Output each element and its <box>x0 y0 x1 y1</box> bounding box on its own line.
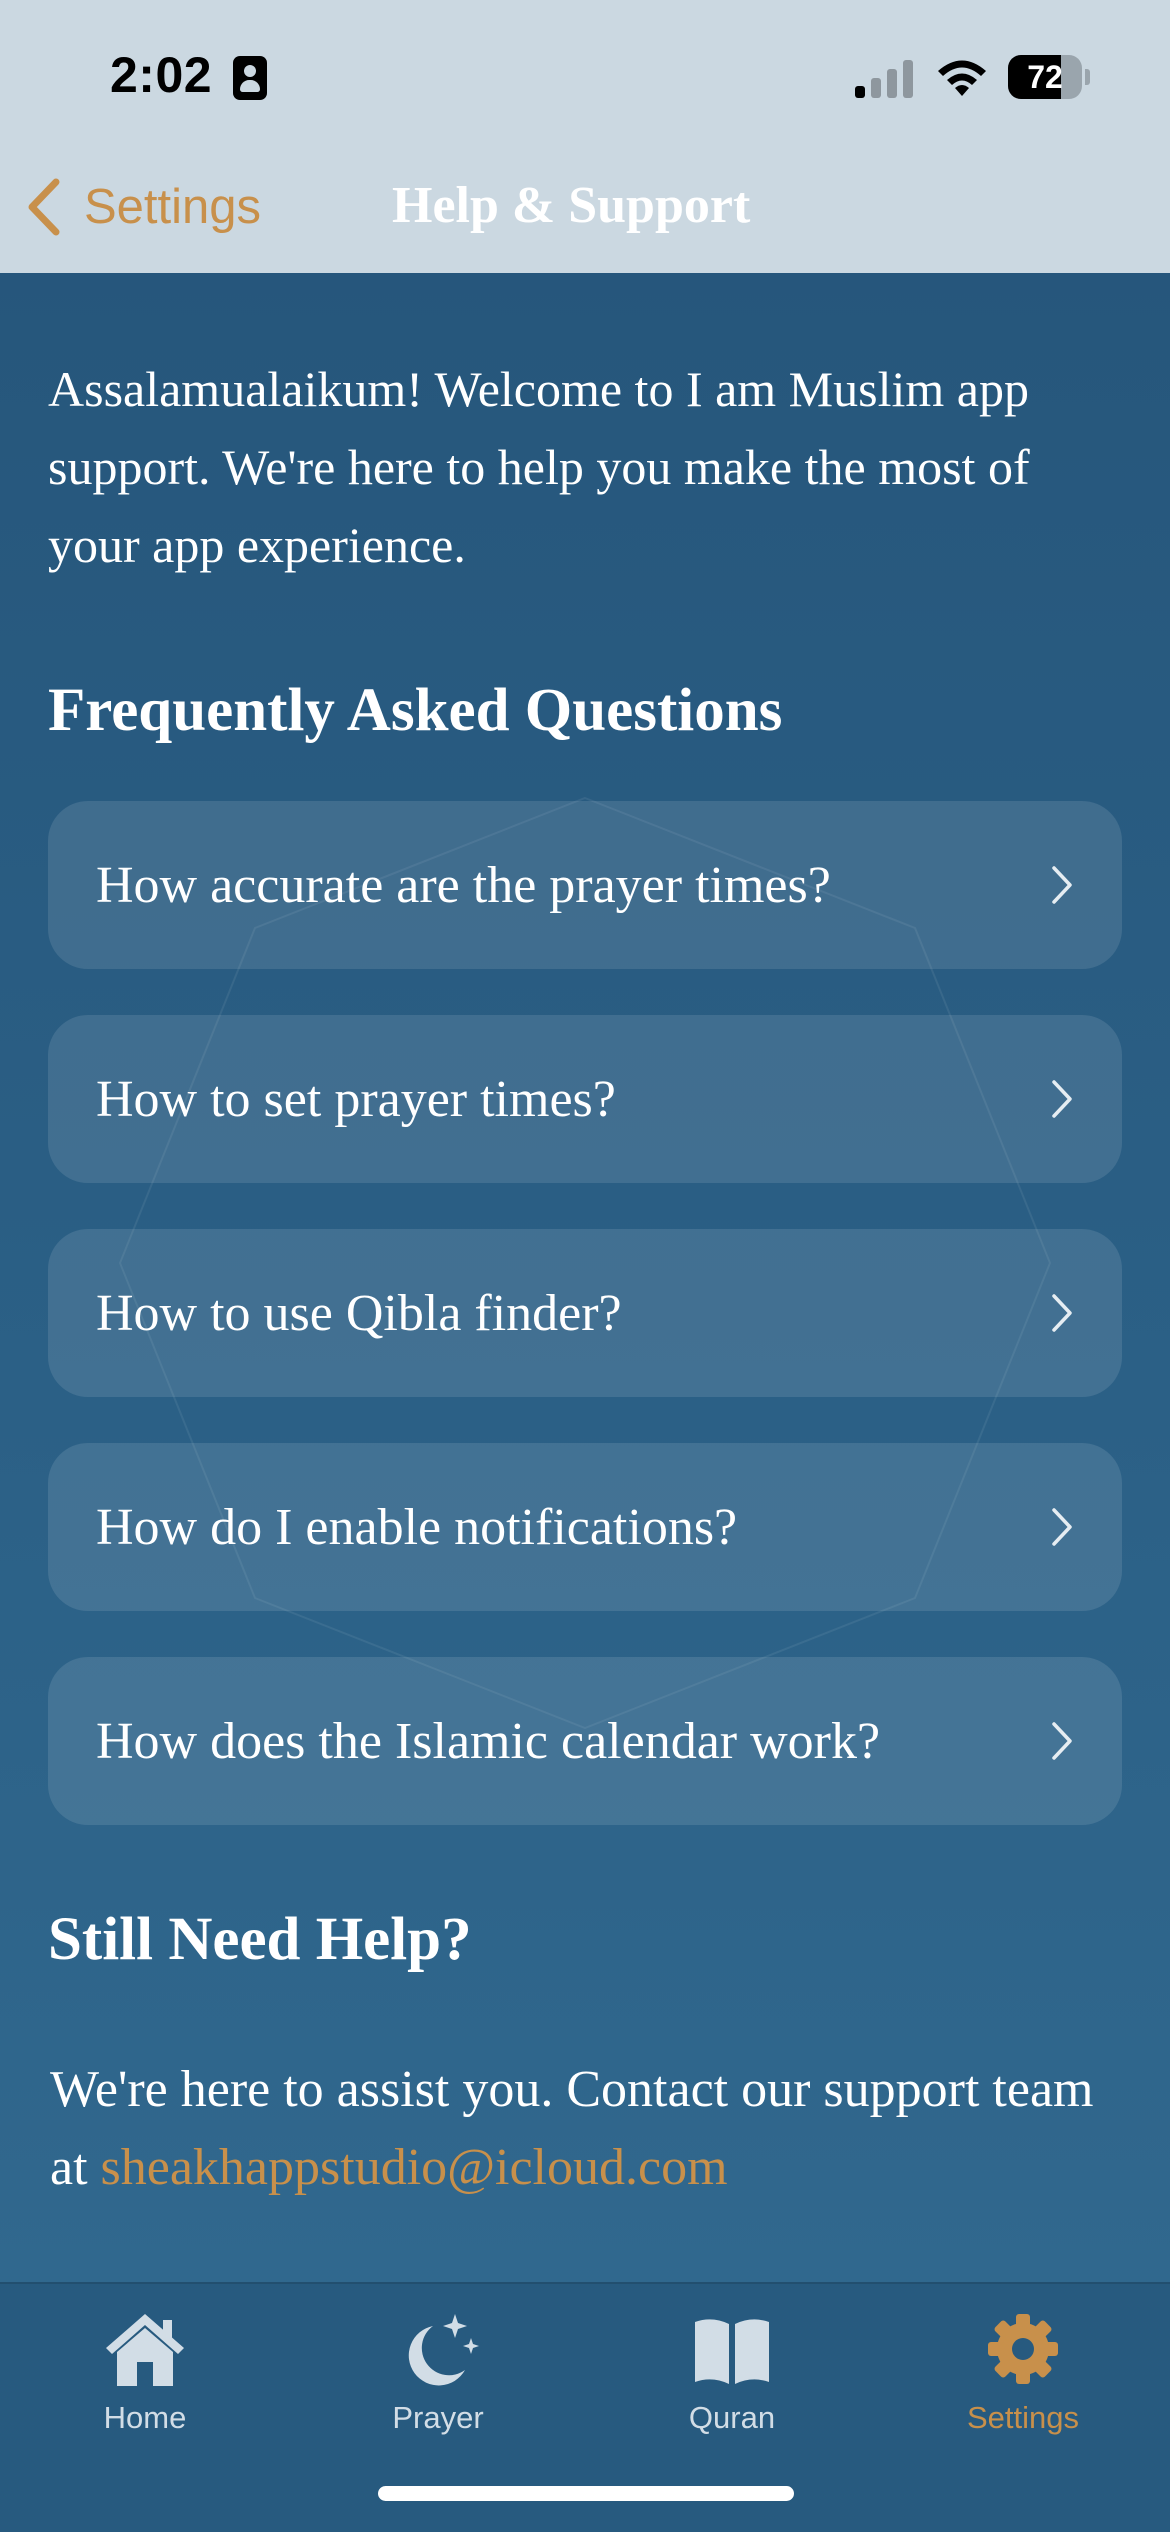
faq-item-prayer-accuracy[interactable]: How accurate are the prayer times? <box>48 801 1122 969</box>
help-text: We're here to assist you. Contact our su… <box>50 2051 1130 2207</box>
faq-list: How accurate are the prayer times? How t… <box>48 801 1122 1871</box>
gear-icon <box>988 2314 1058 2384</box>
faq-item-set-prayer-times[interactable]: How to set prayer times? <box>48 1015 1122 1183</box>
chevron-left-icon <box>28 178 60 236</box>
faq-question: How accurate are the prayer times? <box>96 856 831 914</box>
battery-icon: 72 <box>1008 55 1090 99</box>
tab-home[interactable]: Home <box>35 2304 255 2454</box>
page-title: Help & Support <box>392 177 751 234</box>
tab-label: Home <box>103 2400 187 2435</box>
faq-item-islamic-calendar[interactable]: How does the Islamic calendar work? <box>48 1657 1122 1825</box>
faq-question: How does the Islamic calendar work? <box>96 1712 881 1770</box>
chevron-right-icon <box>1052 1294 1072 1332</box>
chevron-right-icon <box>1052 1722 1072 1760</box>
tab-prayer[interactable]: Prayer <box>328 2304 548 2454</box>
faq-item-notifications[interactable]: How do I enable notifications? <box>48 1443 1122 1611</box>
faq-question: How do I enable notifications? <box>96 1498 738 1556</box>
tab-label: Quran <box>688 2400 776 2435</box>
wifi-icon <box>938 60 986 96</box>
battery-percentage: 72 <box>1027 58 1063 95</box>
faq-question: How to set prayer times? <box>96 1070 616 1128</box>
help-heading: Still Need Help? <box>48 1906 472 1973</box>
status-time: 2:02 <box>110 47 213 103</box>
back-button[interactable]: Settings <box>24 174 261 240</box>
contact-card-icon <box>233 56 267 100</box>
cellular-signal-icon <box>855 58 915 98</box>
intro-text: Assalamualaikum! Welcome to I am Muslim … <box>48 361 1030 573</box>
tab-quran[interactable]: Quran <box>622 2304 842 2454</box>
faq-question: How to use Qibla finder? <box>96 1284 622 1342</box>
tab-label: Settings <box>966 2400 1079 2435</box>
faq-heading: Frequently Asked Questions <box>48 677 783 744</box>
navigation-header: 2:02 72 Settings Help & Support <box>0 0 1170 273</box>
book-icon <box>695 2319 769 2384</box>
tab-settings[interactable]: Settings <box>913 2304 1133 2454</box>
moon-stars-icon <box>408 2314 479 2386</box>
support-email-link[interactable]: sheakhappstudio@icloud.com <box>101 2139 728 2196</box>
tab-label: Prayer <box>392 2400 484 2435</box>
back-button-label: Settings <box>84 180 262 234</box>
chevron-right-icon <box>1052 866 1072 904</box>
chevron-right-icon <box>1052 1080 1072 1118</box>
chevron-right-icon <box>1052 1508 1072 1546</box>
house-icon <box>106 2314 184 2386</box>
faq-item-qibla-finder[interactable]: How to use Qibla finder? <box>48 1229 1122 1397</box>
home-indicator <box>378 2486 794 2501</box>
